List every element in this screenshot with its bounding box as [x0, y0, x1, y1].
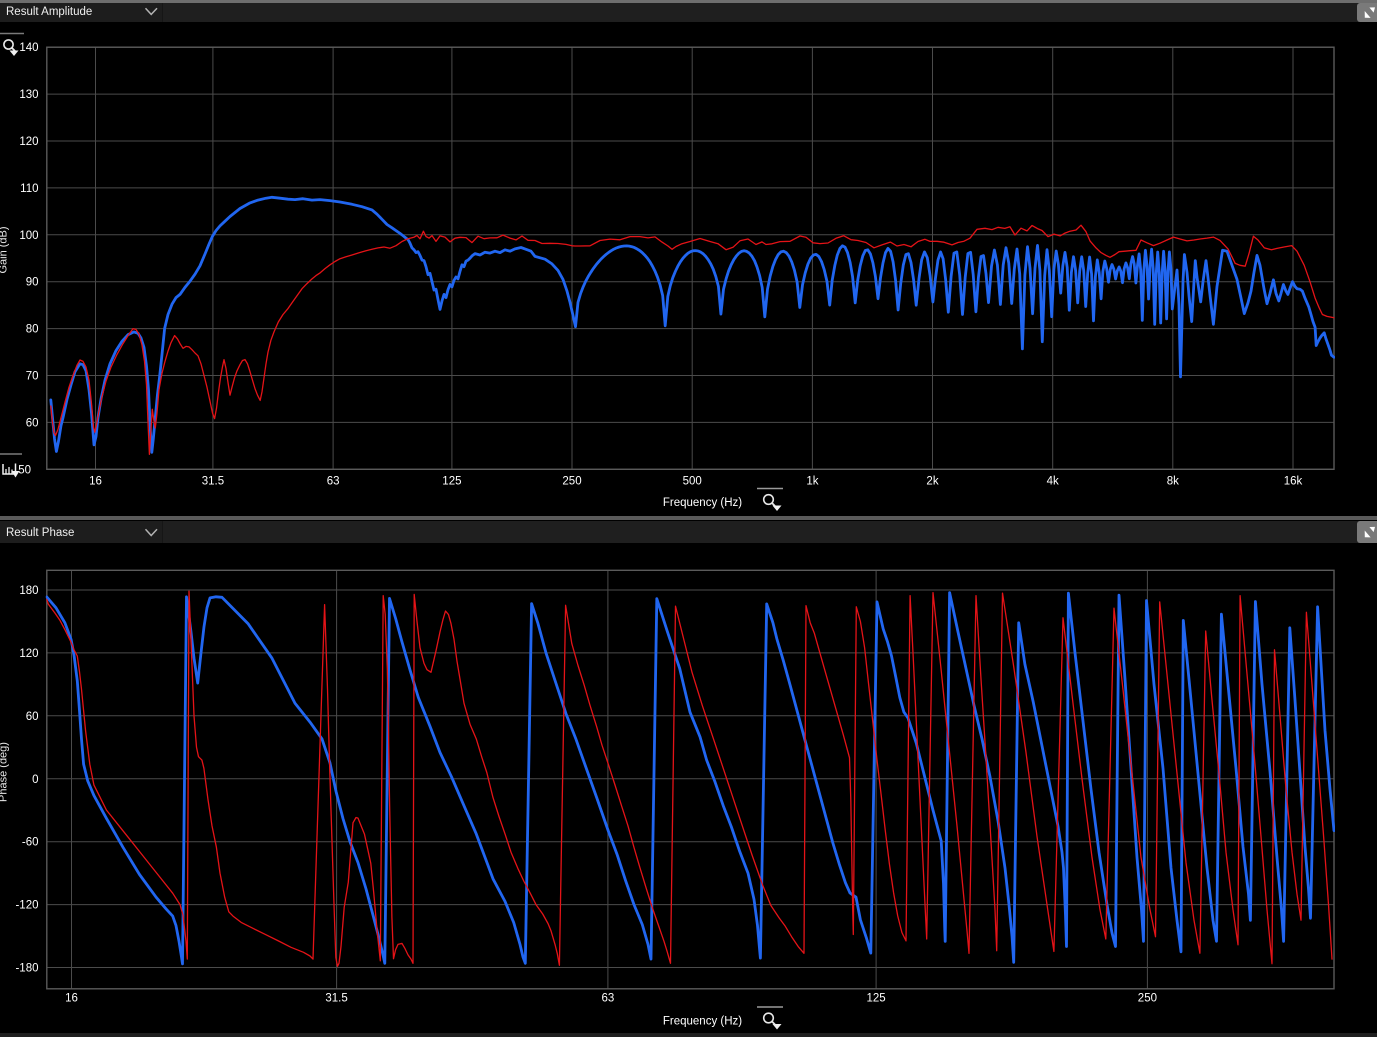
svg-text:-60: -60: [22, 837, 39, 849]
svg-text:60: 60: [26, 417, 39, 429]
svg-text:16k: 16k: [1284, 476, 1303, 488]
svg-text:16: 16: [89, 476, 102, 488]
svg-text:8k: 8k: [1167, 476, 1179, 488]
svg-text:4k: 4k: [1047, 476, 1059, 488]
svg-text:Gain (dB): Gain (dB): [0, 226, 10, 273]
svg-text:60: 60: [26, 711, 39, 723]
svg-text:120: 120: [19, 648, 38, 660]
svg-text:63: 63: [602, 993, 615, 1005]
svg-text:250: 250: [1138, 993, 1157, 1005]
svg-text:80: 80: [26, 324, 39, 336]
svg-text:Frequency (Hz): Frequency (Hz): [663, 497, 742, 509]
svg-text:0: 0: [32, 774, 38, 786]
svg-text:-180: -180: [15, 963, 38, 975]
svg-text:250: 250: [562, 476, 581, 488]
svg-text:70: 70: [26, 371, 39, 383]
svg-text:63: 63: [327, 476, 340, 488]
svg-text:125: 125: [867, 993, 886, 1005]
svg-text:125: 125: [442, 476, 461, 488]
svg-text:120: 120: [19, 136, 38, 148]
svg-text:50: 50: [18, 464, 31, 476]
svg-text:90: 90: [26, 277, 39, 289]
svg-text:2k: 2k: [926, 476, 938, 488]
svg-text:100: 100: [19, 230, 38, 242]
svg-text:130: 130: [19, 89, 38, 101]
svg-text:500: 500: [683, 476, 702, 488]
svg-text:16: 16: [65, 993, 78, 1005]
svg-text:1k: 1k: [806, 476, 818, 488]
svg-text:-120: -120: [15, 900, 38, 912]
svg-text:110: 110: [20, 183, 38, 195]
svg-text:31.5: 31.5: [325, 993, 347, 1005]
svg-text:Phase (deg): Phase (deg): [0, 742, 10, 802]
svg-text:180: 180: [19, 585, 38, 597]
svg-text:Frequency (Hz): Frequency (Hz): [663, 1016, 742, 1028]
svg-text:31.5: 31.5: [202, 476, 224, 488]
svg-text:140: 140: [19, 42, 38, 54]
